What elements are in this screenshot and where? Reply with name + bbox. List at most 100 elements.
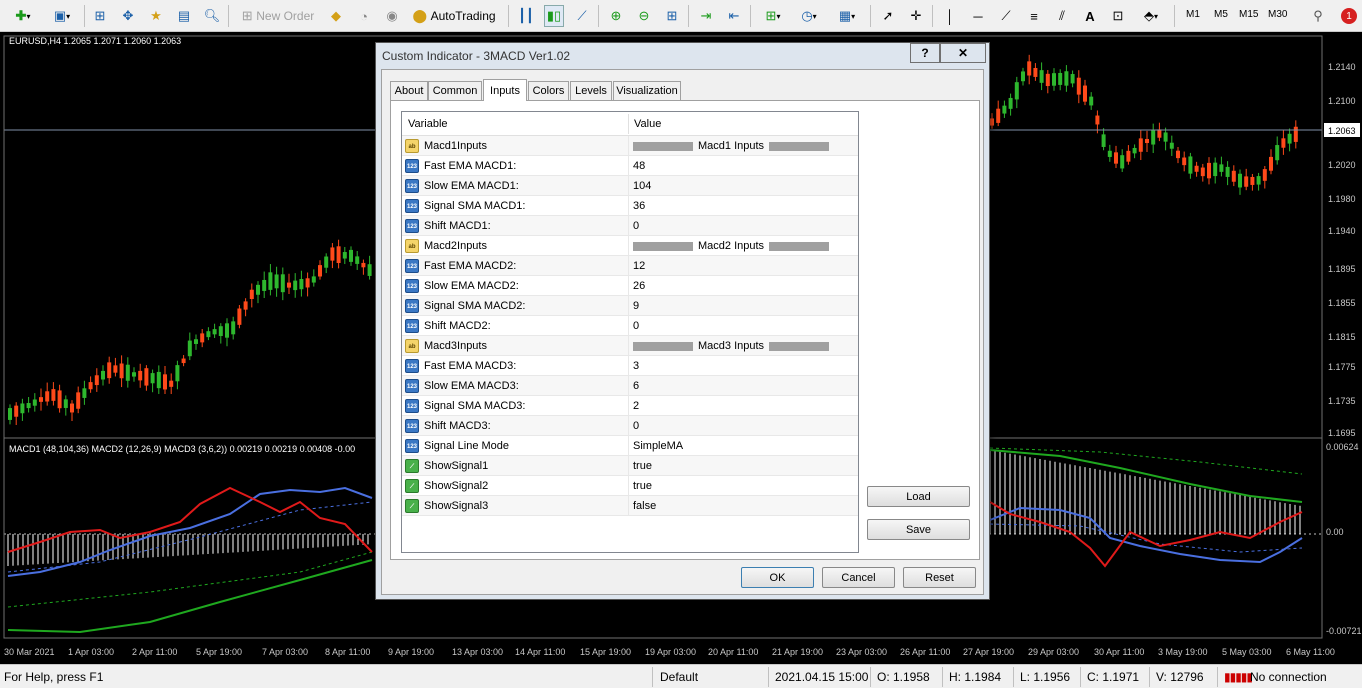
input-row[interactable]: 123 Fast EMA MACD3: 3 [402,356,858,376]
input-value[interactable]: 2 [633,400,639,412]
input-row[interactable]: 123 Fast EMA MACD2: 12 [402,256,858,276]
input-value[interactable]: Macd2 Inputs [698,240,764,252]
chart-shift-icon[interactable]: ⇤ [724,5,744,27]
input-row[interactable]: 123 Fast EMA MACD1: 48 [402,156,858,176]
input-value[interactable]: true [633,480,652,492]
autotrading-button[interactable]: ⬤ AutoTrading [408,5,500,27]
candlestick-icon[interactable]: ▮▯ [544,5,564,27]
input-row[interactable]: 123 Shift MACD1: 0 [402,216,858,236]
terminal-icon[interactable]: ▤ [174,5,194,27]
tab-about[interactable]: About [390,81,428,100]
status-open: O: 1.1958 [877,670,930,684]
tab-common[interactable]: Common [428,81,482,100]
fibonacci-icon[interactable]: ≡ [1024,5,1044,27]
input-value[interactable]: 0 [633,320,639,332]
text-label-icon[interactable]: ⊡ [1108,5,1128,27]
input-value[interactable]: 104 [633,180,651,192]
help-button[interactable]: ? [910,43,940,63]
zoom-in-icon[interactable]: ⊕ [606,5,626,27]
reset-button[interactable]: Reset [903,567,976,588]
input-value[interactable]: 3 [633,360,639,372]
input-value[interactable]: 0 [633,220,639,232]
status-volume: V: 12796 [1156,670,1204,684]
candle-body [287,282,291,288]
input-value[interactable]: Macd3 Inputs [698,340,764,352]
input-row[interactable]: ⟋ ShowSignal1 true [402,456,858,476]
cancel-button[interactable]: Cancel [822,567,895,588]
line-chart-icon[interactable]: ⟋ [572,5,592,27]
cursor-icon[interactable]: ➚ [878,5,898,27]
input-row[interactable]: 123 Slow EMA MACD3: 6 [402,376,858,396]
strategy-tester-icon[interactable]: 🔍︎ [202,5,222,27]
new-chart-icon[interactable]: ✚ ▾ [6,5,40,27]
channel-icon[interactable]: ⫽ [1052,5,1072,27]
timeframe-m5[interactable]: M5 [1214,9,1228,20]
input-row[interactable]: ⟋ ShowSignal2 true [402,476,858,496]
input-row[interactable]: 123 Slow EMA MACD2: 26 [402,276,858,296]
ok-button[interactable]: OK [741,567,814,588]
new-order-button[interactable]: ⊞ New Order [236,5,320,27]
templates-icon[interactable]: ▦ ▾ [832,5,862,27]
timeframe-m1[interactable]: M1 [1186,9,1200,20]
tab-colors[interactable]: Colors [528,81,569,100]
input-value[interactable]: true [633,460,652,472]
tab-inputs[interactable]: Inputs [483,79,527,101]
candle-body [32,399,37,406]
vertical-line-icon[interactable]: │ [940,5,960,27]
indicator-tick-label: -0.00721 [1326,626,1362,636]
bar-chart-icon[interactable]: ┃┃ [516,5,536,27]
inputs-grid[interactable]: Variable Value ab Macd1Inputs Macd1 Inputs… [401,111,859,553]
input-row[interactable]: ab Macd1Inputs Macd1 Inputs [402,136,858,156]
search-icon[interactable]: ⚲ [1308,5,1328,27]
input-row[interactable]: 123 Signal SMA MACD1: 36 [402,196,858,216]
input-value[interactable]: 26 [633,280,645,292]
candle-body [225,323,229,338]
tile-windows-icon[interactable]: ⊞ [662,5,682,27]
profiles-icon[interactable]: ▣ ▾ [46,5,78,27]
favorites-icon[interactable]: ★ [146,5,166,27]
input-row[interactable]: ⟋ ShowSignal3 false [402,496,858,516]
input-value[interactable]: Macd1 Inputs [698,140,764,152]
candle-body [361,262,366,268]
timeframe-m15[interactable]: M15 [1239,9,1258,20]
arrows-icon[interactable]: ⬘ ▾ [1136,5,1166,27]
load-button[interactable]: Load [867,486,970,507]
tab-visualization[interactable]: Visualization [613,81,681,100]
trendline-icon[interactable]: ⟋ [996,5,1016,27]
input-row[interactable]: 123 Shift MACD3: 0 [402,416,858,436]
market-watch-icon[interactable]: ⊞ [90,5,110,27]
input-row[interactable]: 123 Shift MACD2: 0 [402,316,858,336]
text-tool-icon[interactable]: A [1080,5,1100,27]
input-value[interactable]: 36 [633,200,645,212]
input-row[interactable]: 123 Signal SMA MACD2: 9 [402,296,858,316]
notification-badge[interactable]: 1 [1340,5,1358,27]
input-row[interactable]: 123 Signal SMA MACD3: 2 [402,396,858,416]
number-type-icon: 123 [405,159,419,173]
zoom-out-icon[interactable]: ⊖ [634,5,654,27]
input-value[interactable]: 12 [633,260,645,272]
price-tick-label: 1.1815 [1328,332,1356,342]
close-button[interactable]: ✕ [940,43,986,63]
input-row[interactable]: 123 Signal Line Mode SimpleMA [402,436,858,456]
indicators-icon[interactable]: ⊞ ▾ [758,5,788,27]
horizontal-line-icon[interactable]: ─ [968,5,988,27]
input-row[interactable]: ab Macd3Inputs Macd3 Inputs [402,336,858,356]
save-button[interactable]: Save [867,519,970,540]
navigator-icon[interactable]: ✥ [118,5,138,27]
input-value[interactable]: 9 [633,300,639,312]
periods-icon[interactable]: ◷ ▾ [794,5,824,27]
metaeditor-icon[interactable]: ◆ [326,5,346,27]
input-value[interactable]: false [633,500,656,512]
input-value[interactable]: SimpleMA [633,440,683,452]
input-value[interactable]: 0 [633,420,639,432]
auto-scroll-icon[interactable]: ⇥ [696,5,716,27]
tab-levels[interactable]: Levels [570,81,612,100]
market-icon[interactable]: ◉ [382,5,402,27]
input-row[interactable]: ab Macd2Inputs Macd2 Inputs [402,236,858,256]
crosshair-icon[interactable]: ✛ [906,5,926,27]
input-value[interactable]: 48 [633,160,645,172]
signals-icon[interactable]: ◔ [354,5,374,27]
input-value[interactable]: 6 [633,380,639,392]
timeframe-m30[interactable]: M30 [1268,9,1287,20]
input-row[interactable]: 123 Slow EMA MACD1: 104 [402,176,858,196]
